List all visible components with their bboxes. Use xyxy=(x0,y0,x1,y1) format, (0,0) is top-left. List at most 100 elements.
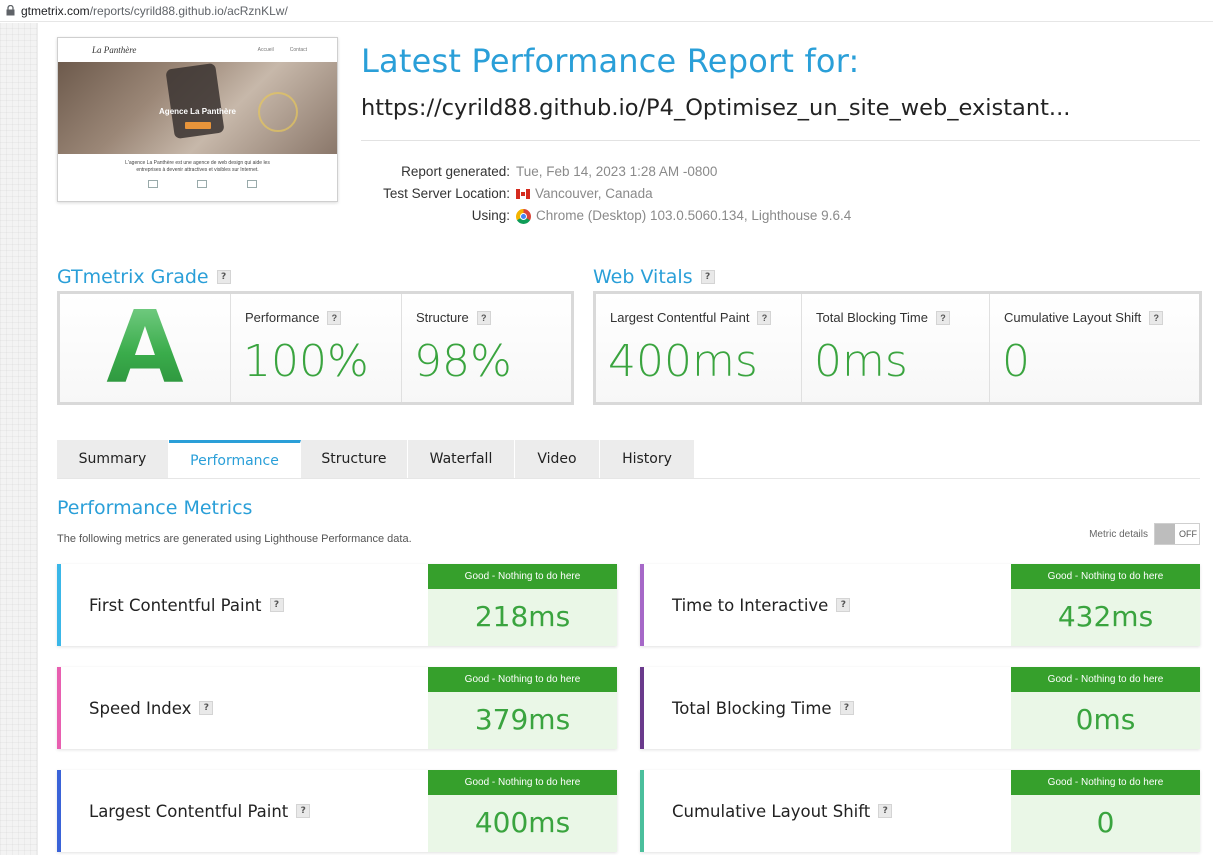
thumbnail-hero-text: Agence La Panthère xyxy=(159,107,236,116)
metric-card-label: Largest Contentful Paint xyxy=(89,801,289,821)
thumbnail-body-text: L'agence La Panthère est une agence de w… xyxy=(125,160,270,173)
metric-card-label: Cumulative Layout Shift xyxy=(672,801,871,821)
help-icon[interactable]: ? xyxy=(199,701,214,715)
help-icon[interactable]: ? xyxy=(296,804,311,818)
grade-title: GTmetrix Grade xyxy=(57,266,209,288)
metric-card-result: Good - Nothing to do here 218ms xyxy=(428,564,617,646)
tab-history[interactable]: History xyxy=(600,440,695,478)
status-badge: Good - Nothing to do here xyxy=(428,667,617,692)
meta-value: Tue, Feb 14, 2023 1:28 AM -0800 xyxy=(516,164,718,179)
meta-value: Vancouver, Canada xyxy=(535,186,653,201)
metric-details-toggle[interactable]: OFF xyxy=(1154,523,1200,545)
toggle-knob xyxy=(1155,524,1175,544)
thumbnail-icon xyxy=(147,180,158,188)
metric-card-label-wrap: Time to Interactive ? xyxy=(672,564,851,646)
thumbnail-nav: Accueil Contact xyxy=(258,47,307,53)
vitals-title: Web Vitals xyxy=(593,266,693,288)
help-icon[interactable]: ? xyxy=(700,270,715,284)
thumbnail-nav-item: Contact xyxy=(289,47,307,53)
grade-letter: A xyxy=(106,289,184,406)
thumbnail-icons xyxy=(58,174,337,188)
meta-value: Chrome (Desktop) 103.0.5060.134, Lightho… xyxy=(536,208,852,223)
metric-card-label-wrap: Speed Index ? xyxy=(89,667,214,749)
metric-card-value: 432ms xyxy=(1057,600,1154,633)
help-icon[interactable]: ? xyxy=(936,310,950,325)
thumbnail-logo: La Panthère xyxy=(92,45,137,55)
tbt-value: 0ms xyxy=(814,336,908,387)
performance-cell: Performance ? 100% xyxy=(231,294,402,402)
performance-label: Performance xyxy=(245,310,320,325)
url-path: /reports/cyrild88.github.io/acRznKLw/ xyxy=(89,3,288,18)
report-url[interactable]: https://cyrild88.github.io/P4_Optimisez_… xyxy=(361,95,1201,121)
lcp-value: 400ms xyxy=(608,336,758,387)
lcp-label: Largest Contentful Paint xyxy=(610,310,750,325)
status-badge: Good - Nothing to do here xyxy=(428,564,617,589)
metric-card-result: Good - Nothing to do here 0 xyxy=(1011,770,1200,852)
thumbnail-icon xyxy=(197,180,208,188)
help-icon[interactable]: ? xyxy=(1149,310,1164,325)
meta-label: Report generated: xyxy=(401,164,510,179)
metric-card-value: 379ms xyxy=(474,703,571,736)
structure-value: 98% xyxy=(414,336,512,387)
lcp-label-wrap: Largest Contentful Paint ? xyxy=(610,310,772,325)
tbt-label-wrap: Total Blocking Time ? xyxy=(816,310,950,325)
meta-row-generated: Report generated: Tue, Feb 14, 2023 1:28… xyxy=(361,161,851,183)
chrome-icon xyxy=(516,208,531,224)
help-icon[interactable]: ? xyxy=(269,598,284,612)
metric-card-result: Good - Nothing to do here 0ms xyxy=(1011,667,1200,749)
tbt-label: Total Blocking Time xyxy=(816,310,928,325)
tab-waterfall[interactable]: Waterfall xyxy=(408,440,515,478)
help-icon[interactable]: ? xyxy=(476,310,491,325)
status-badge: Good - Nothing to do here xyxy=(1011,770,1200,795)
help-icon[interactable]: ? xyxy=(836,598,851,612)
thumbnail-nav-item: Accueil xyxy=(257,47,274,53)
cls-cell: Cumulative Layout Shift ? 0 xyxy=(990,294,1199,402)
metric-card-label-wrap: Cumulative Layout Shift ? xyxy=(672,770,893,852)
meta-label: Test Server Location: xyxy=(383,186,510,201)
meta-label: Using: xyxy=(471,208,510,223)
page-screenshot-thumbnail[interactable]: La Panthère Accueil Contact Agence La Pa… xyxy=(57,37,338,202)
thumbnail-icon xyxy=(247,180,258,188)
cls-value: 0 xyxy=(1002,336,1030,387)
structure-label: Structure xyxy=(416,310,469,325)
metric-card-value: 0ms xyxy=(1075,703,1136,736)
help-icon[interactable]: ? xyxy=(216,270,231,284)
metric-card-label: Time to Interactive xyxy=(672,595,829,615)
tab-summary[interactable]: Summary xyxy=(57,440,169,478)
help-icon[interactable]: ? xyxy=(757,310,772,325)
status-badge: Good - Nothing to do here xyxy=(1011,667,1200,692)
address-bar[interactable]: gtmetrix.com/reports/cyrild88.github.io/… xyxy=(0,0,1213,22)
metric-card-value: 400ms xyxy=(474,806,571,839)
tab-structure[interactable]: Structure xyxy=(301,440,408,478)
left-background-strip xyxy=(0,23,38,855)
tbt-cell: Total Blocking Time ? 0ms xyxy=(802,294,990,402)
performance-label-wrap: Performance ? xyxy=(245,310,342,325)
lock-icon xyxy=(6,5,15,16)
structure-cell: Structure ? 98% xyxy=(402,294,571,402)
help-icon[interactable]: ? xyxy=(839,701,854,715)
vitals-box: Largest Contentful Paint ? 400ms Total B… xyxy=(593,291,1202,405)
metric-card-label: Total Blocking Time xyxy=(672,698,832,718)
metric-card-label-wrap: Total Blocking Time ? xyxy=(672,667,854,749)
meta-value-wrap: Vancouver, Canada xyxy=(516,183,653,205)
divider xyxy=(361,140,1200,141)
tab-performance[interactable]: Performance xyxy=(169,440,301,478)
metric-card-label-wrap: First Contentful Paint ? xyxy=(89,564,284,646)
metric-details-label: Metric details xyxy=(1089,528,1148,540)
metric-card-label: Speed Index xyxy=(89,698,192,718)
performance-metrics-title: Performance Metrics xyxy=(57,497,253,519)
cls-label: Cumulative Layout Shift xyxy=(1004,310,1142,325)
performance-metrics-subtitle: The following metrics are generated usin… xyxy=(57,533,412,545)
metric-card-label: First Contentful Paint xyxy=(89,595,262,615)
meta-value-wrap: Chrome (Desktop) 103.0.5060.134, Lightho… xyxy=(516,205,851,227)
help-icon[interactable]: ? xyxy=(327,310,342,325)
tab-video[interactable]: Video xyxy=(515,440,600,478)
help-icon[interactable]: ? xyxy=(878,804,893,818)
meta-row-using: Using: Chrome (Desktop) 103.0.5060.134, … xyxy=(361,205,851,227)
thumbnail-contact-button xyxy=(185,122,211,129)
metric-card-first-contentful-paint: First Contentful Paint ? Good - Nothing … xyxy=(57,564,617,646)
metric-card-cumulative-layout-shift: Cumulative Layout Shift ? Good - Nothing… xyxy=(640,770,1200,852)
vitals-section-title: Web Vitals ? xyxy=(593,266,715,288)
metric-card-value: 0 xyxy=(1096,806,1115,839)
meta-row-server: Test Server Location: Vancouver, Canada xyxy=(361,183,851,205)
